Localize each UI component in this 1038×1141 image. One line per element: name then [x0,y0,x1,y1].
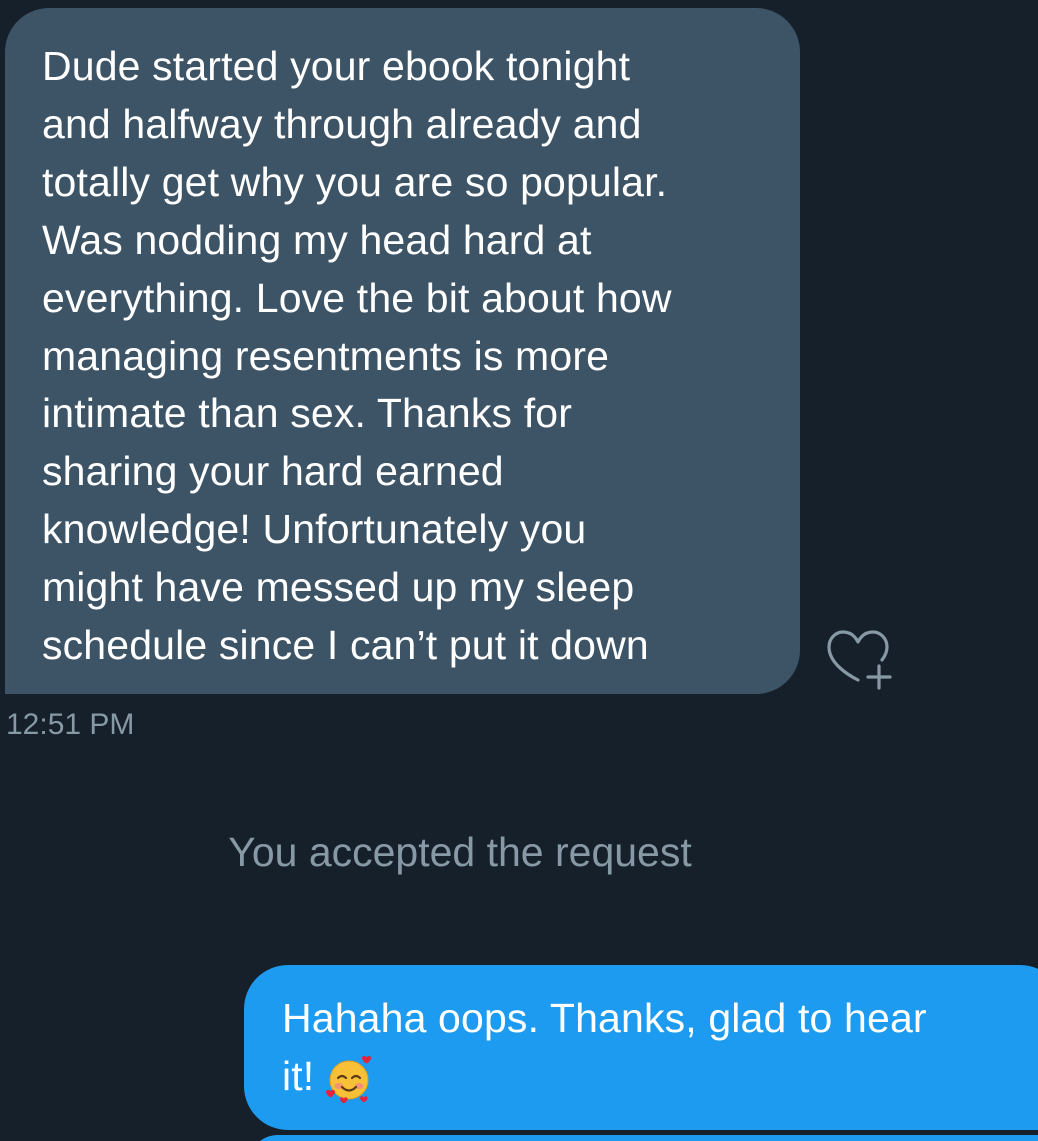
smiling-face-with-hearts-icon [324,1054,374,1104]
message-line: Was nodding my head hard at [42,216,592,263]
incoming-message-bubble[interactable]: Dude started your ebook tonight and half… [5,8,800,694]
message-line: intimate than sex. Thanks for [42,390,573,437]
heart-plus-icon[interactable] [822,626,896,690]
message-line: sharing your hard earned [42,448,504,495]
outgoing-message-bubble-partial[interactable] [248,1135,1038,1141]
message-line: it! [282,1052,315,1099]
dm-conversation: Dude started your ebook tonight and half… [0,0,1038,1141]
message-line: Hahaha oops. Thanks, glad to hear [282,995,927,1041]
message-line: managing resentments is more [42,332,610,379]
message-line: schedule since I can’t put it down [42,622,649,669]
message-line-with-emoji: it! [282,1048,1038,1106]
message-line: everything. Love the bit about how [42,274,672,321]
message-line: Dude started your ebook tonight [42,43,631,89]
outgoing-message-bubble[interactable]: Hahaha oops. Thanks, glad to hear it! [244,965,1038,1130]
system-message: You accepted the request [228,829,692,875]
message-line: totally get why you are so popular. [42,158,668,205]
message-line: might have messed up my sleep [42,564,635,611]
message-line: and halfway through already and [42,100,642,147]
message-line: knowledge! Unfortunately you [42,506,587,553]
message-timestamp: 12:51 PM [6,708,135,741]
